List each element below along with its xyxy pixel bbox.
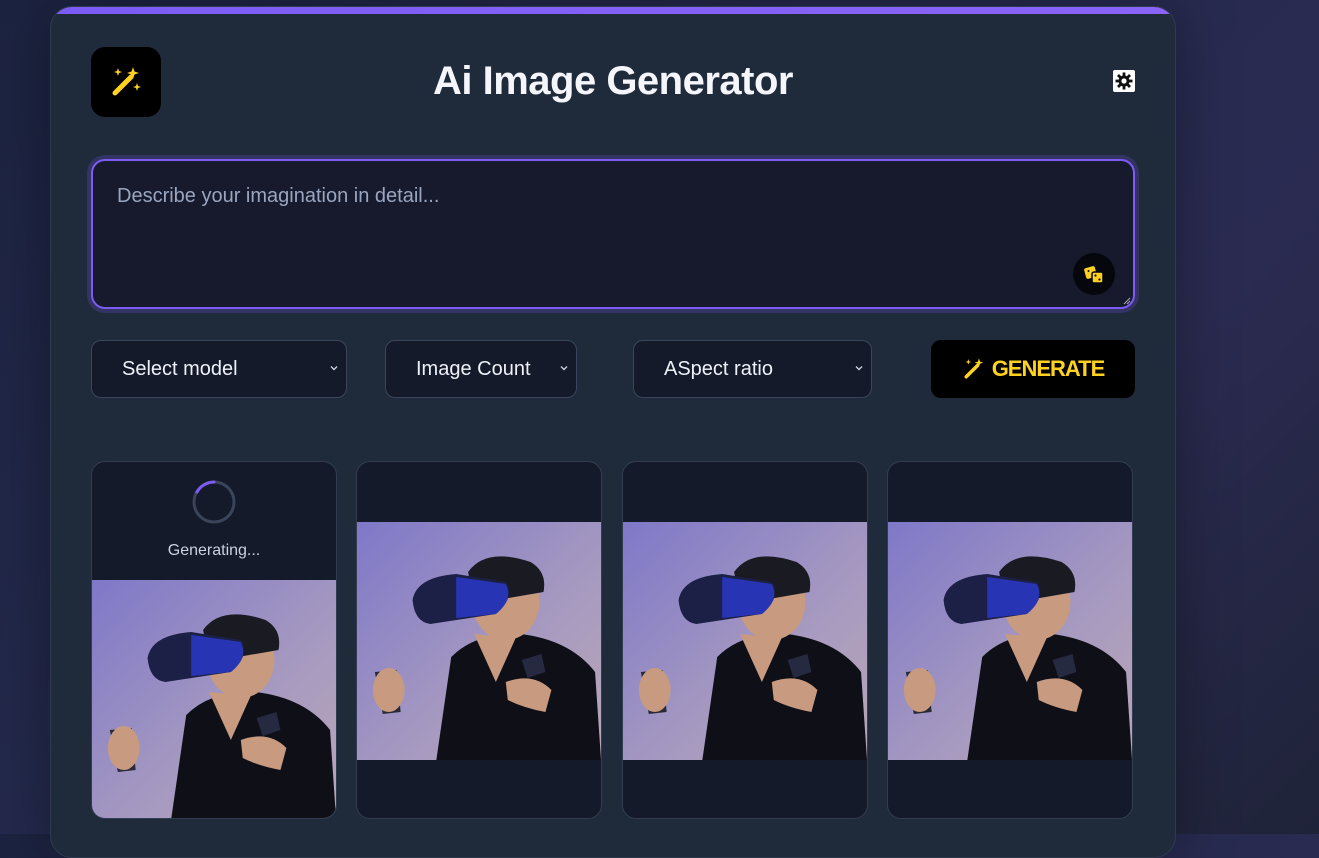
aspect-ratio-select[interactable]: ASpect ratio xyxy=(633,340,872,398)
generated-image xyxy=(888,522,1132,760)
generated-image xyxy=(92,580,336,818)
image-card[interactable] xyxy=(356,461,602,819)
prompt-input[interactable] xyxy=(93,161,1133,307)
chevron-down-icon xyxy=(560,366,568,371)
dice-icon xyxy=(1084,266,1104,284)
loading-spinner-icon xyxy=(192,480,236,524)
generated-image xyxy=(357,522,601,760)
model-select-label: Select model xyxy=(122,357,238,380)
generator-card: Ai Image Generator Describe your imagina… xyxy=(50,6,1176,858)
random-prompt-button[interactable] xyxy=(1073,253,1115,295)
generating-status: Generating... xyxy=(167,542,261,559)
aspect-ratio-label: ASpect ratio xyxy=(664,357,773,380)
resize-handle[interactable] xyxy=(1123,297,1131,305)
generate-button[interactable]: GENERATE xyxy=(931,340,1135,398)
gear-icon xyxy=(1115,72,1133,90)
image-card[interactable] xyxy=(887,461,1133,819)
image-card-loading[interactable]: Generating... xyxy=(91,461,337,819)
chevron-down-icon xyxy=(855,366,863,371)
magic-wand-icon xyxy=(964,358,983,379)
image-count-select[interactable]: Image Count xyxy=(385,340,577,398)
image-count-label: Image Count xyxy=(416,357,531,380)
image-card[interactable] xyxy=(622,461,868,819)
theme-toggle-button[interactable] xyxy=(1113,70,1135,92)
generated-image xyxy=(623,522,867,760)
generate-label: GENERATE xyxy=(991,356,1106,381)
accent-bar xyxy=(51,7,1175,14)
model-select[interactable]: Select model xyxy=(91,340,347,398)
chevron-down-icon xyxy=(330,366,338,371)
prompt-box xyxy=(91,159,1135,309)
page-title: Ai Image Generator xyxy=(432,59,794,103)
